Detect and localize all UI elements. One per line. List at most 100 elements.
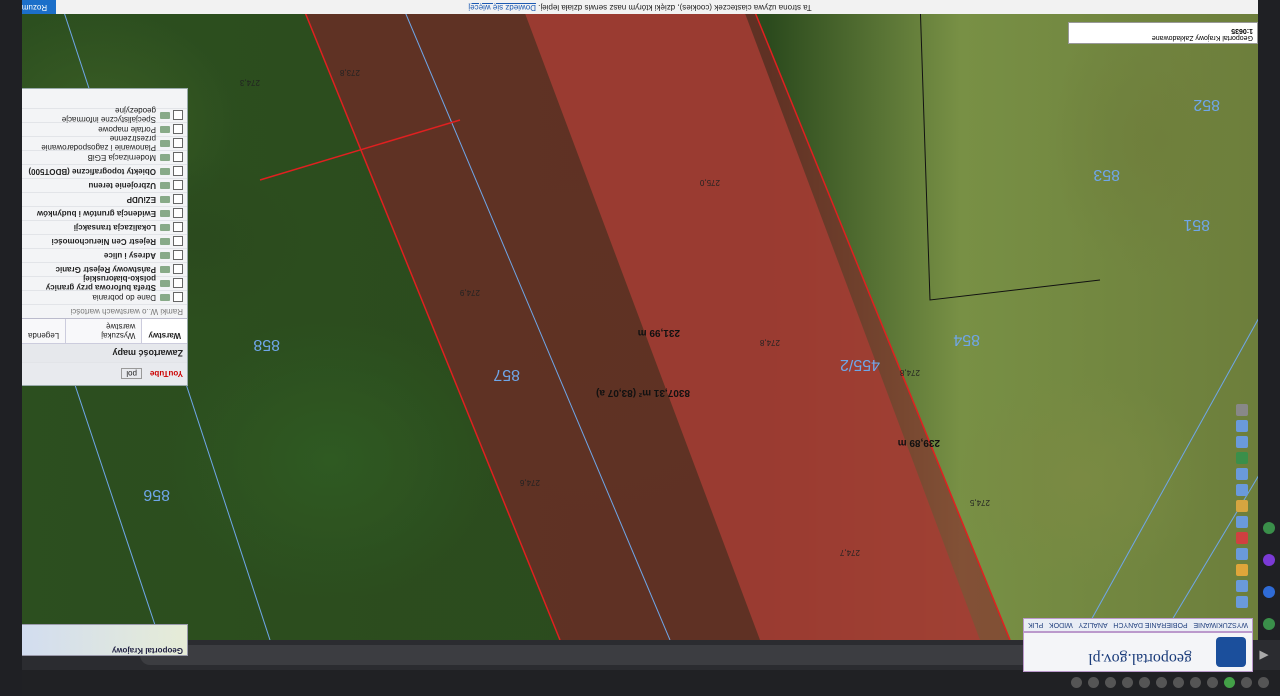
layer-row[interactable]: Ewidencja gruntów i budynków <box>21 206 187 220</box>
tab-icon[interactable] <box>1122 677 1133 689</box>
tab-icon[interactable] <box>1258 677 1269 689</box>
parcel-number: 853 <box>1093 166 1120 183</box>
layer-icon <box>160 154 170 161</box>
app-icon[interactable] <box>1263 554 1275 566</box>
arrow-icon[interactable] <box>1236 436 1248 448</box>
back-icon[interactable] <box>1236 420 1248 432</box>
language-select[interactable]: pol <box>121 368 142 380</box>
layer-row[interactable]: Planowanie i zagospodarowanie przestrzen… <box>21 135 187 153</box>
layer-checkbox[interactable] <box>173 292 183 303</box>
plot-line <box>919 0 1101 301</box>
delete-icon[interactable] <box>1236 532 1248 544</box>
layer-row[interactable]: Uzbrojenie terenu <box>21 178 187 192</box>
layer-checkbox[interactable] <box>173 166 183 177</box>
selected-parcel[interactable] <box>300 0 1010 640</box>
youtube-button[interactable]: YouTube <box>150 370 183 379</box>
tab-icon[interactable] <box>1156 677 1167 689</box>
print-icon[interactable] <box>1236 564 1248 576</box>
layer-checkbox[interactable] <box>173 110 183 121</box>
zoom-in-icon[interactable] <box>1236 596 1248 608</box>
layer-checkbox[interactable] <box>173 250 183 261</box>
tab-icon[interactable] <box>1207 677 1218 689</box>
tab-icon[interactable] <box>1088 677 1099 689</box>
layer-checkbox[interactable] <box>173 124 183 135</box>
parcel-number-main: 455/2 <box>840 356 880 373</box>
menu-item[interactable]: POBIERANIE DANYCH <box>1113 622 1187 629</box>
elevation-label: 274,5 <box>969 498 990 507</box>
back-icon[interactable]: ◀ <box>1256 648 1272 664</box>
tab-icon[interactable] <box>1105 677 1116 689</box>
main-menu: WYSZUKIWANIE POBIERANIE DANYCH ANALIZY W… <box>1023 618 1253 632</box>
app-icon[interactable] <box>1263 586 1275 598</box>
menu-item[interactable]: WIDOK <box>1049 622 1073 629</box>
layer-checkbox[interactable] <box>173 194 183 205</box>
layer-row[interactable]: Adresy i ulice <box>21 248 187 262</box>
parcel-number: 854 <box>953 331 980 348</box>
globe-icon[interactable] <box>1236 452 1248 464</box>
layer-row[interactable]: Specjalistyczne informacje geodezyjne <box>21 107 187 125</box>
layer-checkbox[interactable] <box>173 180 183 191</box>
geoportal-logo-text[interactable]: geoportal.gov.pl <box>1088 649 1192 667</box>
tab-layers[interactable]: Warstwy <box>141 319 187 343</box>
layer-icon <box>160 168 170 175</box>
menu-item[interactable]: PLIK <box>1028 622 1043 629</box>
layer-row[interactable]: EZiUDP <box>21 192 187 206</box>
layer-row[interactable]: Obiekty topograficzne (BDOT500) <box>21 164 187 178</box>
layer-checkbox[interactable] <box>173 138 183 149</box>
elevation-label: 275,0 <box>699 178 720 187</box>
app-icon[interactable] <box>1263 618 1275 630</box>
overview-minimap[interactable]: Geoportal Krajowy <box>20 624 188 656</box>
layer-checkbox[interactable] <box>173 208 183 219</box>
search-icon[interactable] <box>1236 468 1248 480</box>
length-right-label: 239,89 m <box>898 437 940 448</box>
tab-icon[interactable] <box>1173 677 1184 689</box>
layer-checkbox[interactable] <box>173 236 183 247</box>
map-overlay: 8307,31 m² (83,07 a) 231,99 m 239,89 m 4… <box>0 0 1280 640</box>
parcel-number: 856 <box>143 486 170 503</box>
layer-row[interactable]: Strefa buforowa przy granicy polsko-biał… <box>21 274 187 293</box>
pencil-icon[interactable] <box>1236 500 1248 512</box>
tab-icon[interactable] <box>1190 677 1201 689</box>
layer-icon <box>160 224 170 231</box>
cookie-more-link[interactable]: Dowiedz się więcej <box>468 3 536 12</box>
layer-label: Rejestr Cen Nieruchomości <box>51 237 156 246</box>
elevation-label: 274,8 <box>759 338 780 347</box>
tab-legend[interactable]: Legenda <box>21 319 66 343</box>
layer-icon <box>160 238 170 245</box>
layer-icon <box>160 196 170 203</box>
measure-icon[interactable] <box>1236 580 1248 592</box>
app-icon[interactable] <box>1263 522 1275 534</box>
select-icon[interactable] <box>1236 516 1248 528</box>
info-icon[interactable] <box>1236 484 1248 496</box>
layer-checkbox[interactable] <box>173 278 183 289</box>
tab-icon[interactable] <box>1241 677 1252 689</box>
geoportal-logo-icon <box>1216 637 1246 667</box>
layer-label: Strefa buforowa przy granicy polsko-biał… <box>45 274 156 293</box>
settings-icon[interactable] <box>1236 404 1248 416</box>
layer-icon <box>160 126 170 133</box>
layer-icon <box>160 182 170 189</box>
panel-bottom-buttons: YouTube pol <box>21 362 187 385</box>
tab-icon-active[interactable] <box>1224 677 1235 689</box>
layer-label: Dane do pobrania <box>92 293 156 302</box>
tab-search-layer[interactable]: Wyszukaj warstwę <box>65 319 142 343</box>
map-canvas[interactable]: 8307,31 m² (83,07 a) 231,99 m 239,89 m 4… <box>0 0 1280 640</box>
layer-row[interactable]: Rejestr Cen Nieruchomości <box>21 234 187 248</box>
layer-checkbox[interactable] <box>173 222 183 233</box>
tab-icon[interactable] <box>1071 677 1082 689</box>
layer-checkbox[interactable] <box>173 264 183 275</box>
layer-row[interactable]: Lokalizacja transakcji <box>21 220 187 234</box>
tab-icon[interactable] <box>1139 677 1150 689</box>
scale-line: Geoportal Krajowy Zakładowane <box>1151 34 1253 41</box>
layer-icon <box>160 294 170 301</box>
layers-icon[interactable] <box>1236 548 1248 560</box>
menu-item[interactable]: WYSZUKIWANIE <box>1193 622 1248 629</box>
layer-label: Uzbrojenie terenu <box>88 181 156 190</box>
map-toolbar <box>1234 402 1250 610</box>
menu-item[interactable]: ANALIZY <box>1078 622 1107 629</box>
elevation-label: 274,3 <box>239 78 260 87</box>
layer-checkbox[interactable] <box>173 152 183 163</box>
layer-icon <box>160 210 170 217</box>
layer-search-input[interactable]: Ramki W..o warstwach wartości <box>21 304 187 318</box>
parcel-number: 858 <box>253 336 280 353</box>
